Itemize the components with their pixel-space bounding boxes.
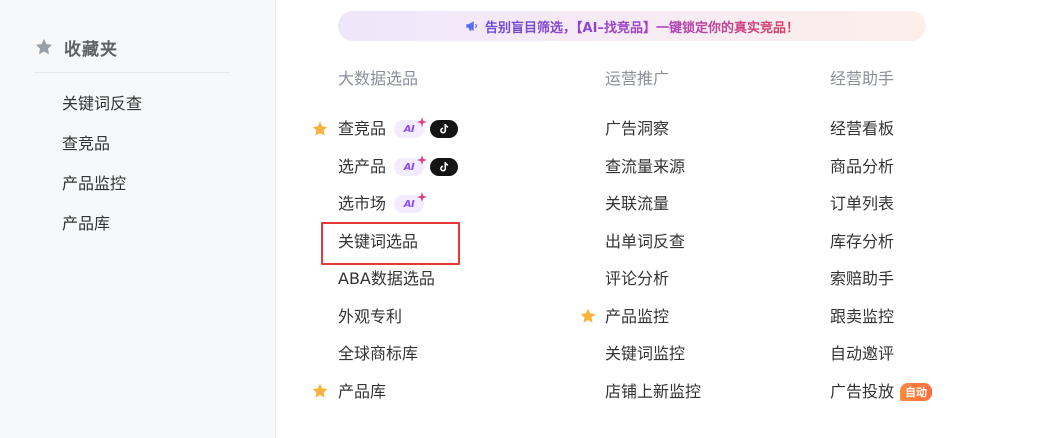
star-icon	[35, 38, 53, 55]
menu-item-label: 评论分析	[605, 269, 670, 288]
menu-item-label: 外观专利	[338, 307, 403, 326]
menu-item-label: 查流量来源	[605, 157, 686, 176]
menu-item-label: 产品监控	[605, 307, 670, 326]
ai-badge: AI	[394, 117, 428, 138]
favorite-item-product-monitor[interactable]: 产品监控	[62, 173, 126, 195]
banner-text: 告别盲目筛选，【AI–找竞品】一键锁定你的真实竞品！	[485, 17, 799, 36]
favorites-title: 收藏夹	[64, 39, 118, 60]
menu-item-global-trademark[interactable]: 全球商标库	[338, 342, 418, 366]
menu-item-label: 广告投放	[830, 382, 895, 401]
menu-item-ad-placement[interactable]: 广告投放 自动	[830, 380, 933, 404]
star-icon	[580, 308, 596, 323]
menu-item-label: ABA数据选品	[338, 269, 435, 288]
star-icon	[312, 121, 328, 136]
sparkle-icon	[417, 155, 428, 165]
menu-item-label: 商品分析	[830, 157, 895, 176]
favorite-item-keyword-reverse[interactable]: 关键词反查	[62, 93, 142, 115]
divider	[34, 72, 230, 73]
menu-item-label: 库存分析	[830, 232, 895, 251]
menu-item-product-analysis[interactable]: 商品分析	[830, 155, 894, 179]
ai-badge: AI	[394, 155, 428, 176]
menu-item-label: 出单词反查	[605, 232, 686, 251]
menu-item-label: 订单列表	[830, 194, 895, 213]
menu-item-label: 选市场	[338, 194, 387, 213]
menu-item-product-monitor[interactable]: 产品监控	[605, 305, 669, 329]
menu-item-label: 店铺上新监控	[605, 382, 702, 401]
menu-item-inventory-analysis[interactable]: 库存分析	[830, 230, 894, 254]
menu-item-keyword-selection[interactable]: 关键词选品	[338, 230, 418, 254]
menu-item-label: 关键词选品	[338, 232, 419, 251]
ai-badge-text: AI	[403, 198, 415, 210]
menu-item-ad-insight[interactable]: 广告洞察	[605, 117, 669, 141]
favorites-header: 收藏夹	[34, 34, 118, 60]
menu-item-label: 查竞品	[338, 119, 387, 138]
ai-badge-text: AI	[403, 123, 415, 135]
menu-item-label: 广告洞察	[605, 119, 670, 138]
favorites-sidebar: 收藏夹 关键词反查 查竞品 产品监控 产品库	[0, 0, 276, 438]
menu-item-label: 经营看板	[830, 119, 895, 138]
tiktok-icon	[430, 120, 459, 138]
menu-item-auto-review-request[interactable]: 自动邀评	[830, 342, 894, 366]
menu-item-label: 全球商标库	[338, 344, 419, 363]
promo-banner[interactable]: 告别盲目筛选，【AI–找竞品】一键锁定你的真实竞品！	[338, 11, 926, 41]
menu-item-traffic-source[interactable]: 查流量来源	[605, 155, 685, 179]
menu-item-product-library[interactable]: 产品库	[338, 380, 386, 404]
ai-badge: AI	[394, 192, 428, 213]
tiktok-icon	[430, 158, 459, 176]
menu-item-label: 索赔助手	[830, 269, 895, 288]
menu-item-claim-assistant[interactable]: 索赔助手	[830, 267, 894, 291]
menu-item-label: 自动邀评	[830, 344, 895, 363]
menu-item-label: 跟卖监控	[830, 307, 895, 326]
menu-item-label: 产品库	[338, 382, 387, 401]
column-header-big-data: 大数据选品	[338, 69, 419, 88]
menu-item-design-patent[interactable]: 外观专利	[338, 305, 402, 329]
menu-item-label: 选产品	[338, 157, 387, 176]
menu-item-review-analysis[interactable]: 评论分析	[605, 267, 669, 291]
megaphone-icon	[466, 21, 478, 31]
favorite-item-product-library[interactable]: 产品库	[62, 213, 110, 235]
menu-item-aba-selection[interactable]: ABA数据选品	[338, 267, 435, 291]
column-header-business-assistant: 经营助手	[830, 69, 895, 88]
star-icon	[312, 383, 328, 398]
menu-item-select-product[interactable]: 选产品 AI	[338, 155, 459, 179]
menu-item-business-dashboard[interactable]: 经营看板	[830, 117, 894, 141]
menu-item-label: 关键词监控	[605, 344, 686, 363]
menu-item-related-traffic[interactable]: 关联流量	[605, 192, 669, 216]
menu-item-keyword-monitor[interactable]: 关键词监控	[605, 342, 685, 366]
sparkle-icon	[417, 192, 428, 202]
auto-badge: 自动	[900, 383, 933, 401]
menu-item-label: 关联流量	[605, 194, 670, 213]
menu-item-order-keyword-reverse[interactable]: 出单词反查	[605, 230, 685, 254]
sparkle-icon	[417, 117, 428, 127]
favorite-item-check-competitor[interactable]: 查竞品	[62, 133, 110, 155]
column-header-operations: 运营推广	[605, 69, 670, 88]
menu-item-hijacker-monitor[interactable]: 跟卖监控	[830, 305, 894, 329]
menu-item-order-list[interactable]: 订单列表	[830, 192, 894, 216]
menu-item-check-competitor[interactable]: 查竞品 AI	[338, 117, 459, 141]
menu-item-select-market[interactable]: 选市场 AI	[338, 192, 428, 216]
ai-badge-text: AI	[403, 161, 415, 173]
menu-item-store-new-monitor[interactable]: 店铺上新监控	[605, 380, 701, 404]
